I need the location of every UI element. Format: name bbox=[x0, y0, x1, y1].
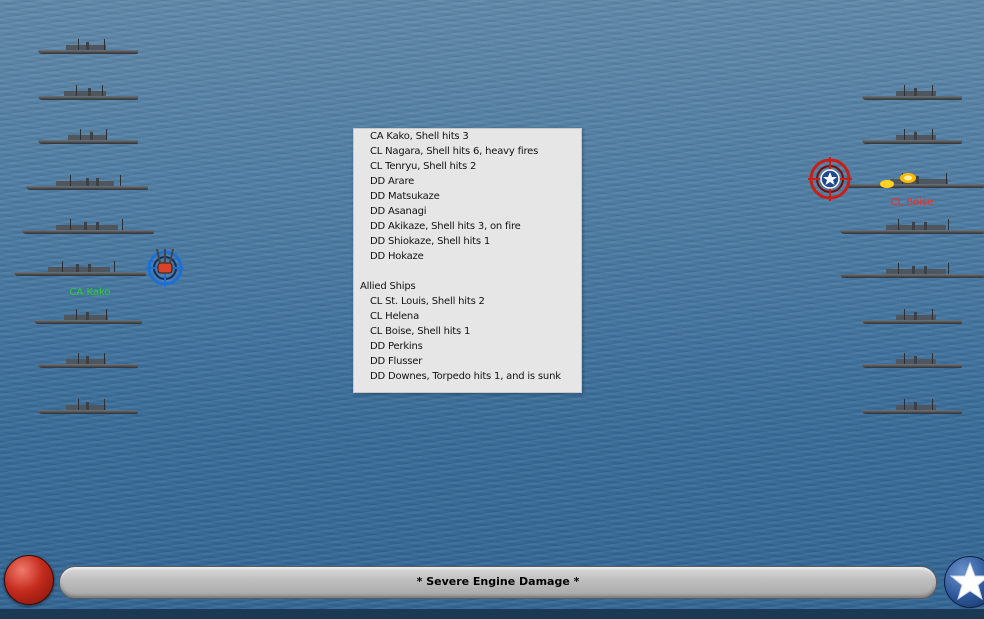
turret-reticle-icon[interactable] bbox=[146, 248, 184, 287]
japanese-ship-5[interactable] bbox=[22, 219, 154, 234]
log-entry: CL Helena bbox=[370, 311, 420, 322]
log-entry: DD Downes, Torpedo hits 1, and is sunk bbox=[370, 371, 561, 382]
log-entry: DD Akikaze, Shell hits 3, on fire bbox=[370, 221, 521, 232]
white-star-roundel-icon[interactable] bbox=[944, 556, 984, 608]
allied-ship-7[interactable] bbox=[862, 353, 962, 368]
battle-log-list: CA Kako, Shell hits 3 CL Nagara, Shell hi… bbox=[354, 129, 581, 384]
battle-log-panel: CA Kako, Shell hits 3 CL Nagara, Shell hi… bbox=[353, 128, 582, 393]
log-entry: DD Hokaze bbox=[370, 251, 424, 262]
selected-ship-label: CA Kako bbox=[69, 287, 111, 298]
japanese-ship-6-selected[interactable] bbox=[14, 261, 146, 276]
japanese-ship-8[interactable] bbox=[38, 353, 138, 368]
log-entry: CL Tenryu, Shell hits 2 bbox=[370, 161, 477, 172]
log-entry: DD Asanagi bbox=[370, 206, 427, 217]
log-entry: DD Shiokaze, Shell hits 1 bbox=[370, 236, 491, 247]
allied-ship-5[interactable] bbox=[840, 263, 984, 278]
target-ship-label: CL Boise bbox=[890, 197, 934, 208]
allied-ship-4[interactable] bbox=[840, 219, 984, 234]
red-circle-icon[interactable] bbox=[4, 555, 54, 605]
allied-ship-2[interactable] bbox=[862, 129, 962, 144]
bottom-edge bbox=[0, 609, 984, 619]
allied-ship-8[interactable] bbox=[862, 399, 962, 414]
japanese-ship-9[interactable] bbox=[38, 399, 138, 414]
log-entry: CL St. Louis, Shell hits 2 bbox=[370, 296, 485, 307]
japanese-ship-1[interactable] bbox=[38, 39, 138, 54]
allied-ship-6[interactable] bbox=[862, 309, 962, 324]
allied-ship-1[interactable] bbox=[862, 85, 962, 100]
log-entry: DD Perkins bbox=[370, 341, 423, 352]
log-entry: CA Kako, Shell hits 3 bbox=[370, 131, 469, 142]
japanese-ship-2[interactable] bbox=[38, 85, 138, 100]
japanese-ship-4[interactable] bbox=[26, 175, 148, 190]
log-entry: CL Nagara, Shell hits 6, heavy fires bbox=[370, 146, 539, 157]
log-section-header: Allied Ships bbox=[360, 281, 416, 292]
japanese-ship-3[interactable] bbox=[38, 129, 138, 144]
log-entry: DD Matsukaze bbox=[370, 191, 440, 202]
status-bar: * Severe Engine Damage * bbox=[59, 566, 937, 599]
log-entry: DD Arare bbox=[370, 176, 415, 187]
log-entry: CL Boise, Shell hits 1 bbox=[370, 326, 471, 337]
log-entry bbox=[354, 264, 581, 279]
log-entry: DD Flusser bbox=[370, 356, 423, 367]
crosshair-reticle-icon[interactable] bbox=[808, 157, 852, 201]
status-message: * Severe Engine Damage * bbox=[416, 575, 580, 588]
japanese-ship-7[interactable] bbox=[34, 309, 142, 324]
muzzle-flash-icon bbox=[878, 170, 918, 190]
